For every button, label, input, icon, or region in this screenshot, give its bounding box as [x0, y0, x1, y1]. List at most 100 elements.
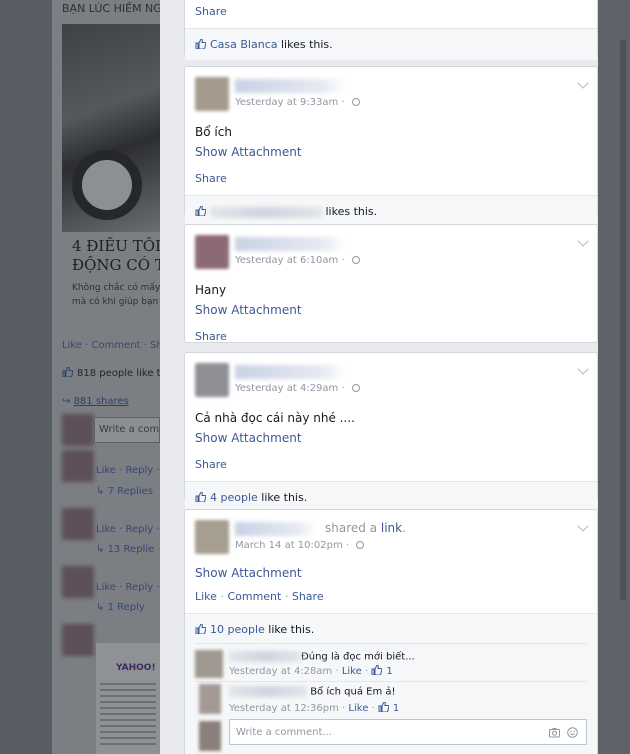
avatar[interactable] [195, 235, 229, 269]
replies-count: 1 Reply [107, 602, 145, 613]
separator: · [216, 590, 228, 603]
thumbnail-text-lines [100, 683, 156, 749]
liker-name[interactable] [210, 206, 322, 218]
post-time[interactable]: Yesterday at 4:29am · [235, 383, 360, 394]
globe-icon [351, 384, 360, 392]
comment-like-button[interactable]: Like [342, 666, 362, 677]
shared-text: shared a [325, 521, 378, 535]
share-link[interactable]: Share [195, 5, 597, 18]
avatar [62, 450, 94, 482]
share-link[interactable]: Share [195, 172, 597, 185]
post-header: Yesterday at 4:29am · [195, 363, 597, 403]
chevron-down-icon[interactable] [577, 77, 589, 89]
likes-bar: Casa Blanca likes this. [185, 28, 597, 60]
author-name[interactable] [235, 522, 315, 536]
share-link[interactable]: Share [195, 330, 597, 343]
comment-actions[interactable]: Like · Reply · [96, 524, 160, 535]
replies-count: 13 Replie [107, 544, 155, 555]
likes-suffix: like this. [264, 623, 315, 636]
comment-like-count[interactable]: 1 [386, 666, 392, 677]
post-time[interactable]: Yesterday at 9:33am · [235, 97, 360, 108]
comment-time[interactable]: Yesterday at 4:28am [229, 666, 332, 677]
comments-section: Đúng là đọc mới biết... Yesterday at 4:2… [185, 643, 597, 754]
article-actions[interactable]: Like · Comment · Sha [62, 340, 160, 351]
replies-link[interactable]: ↳ 13 Replie [96, 544, 154, 555]
left-column [0, 0, 52, 754]
comment-placeholder: Write a comment... [236, 727, 332, 738]
likes-count-link[interactable]: 10 people [210, 623, 265, 636]
article-title: BẠN LÚC HIỂM NG [62, 2, 162, 15]
comment-input[interactable]: Write a comment... [229, 719, 587, 745]
post-actions: Like · Comment · Share [195, 590, 597, 603]
share-post: Yesterday at 6:10am · Hany Show Attachme… [184, 224, 598, 343]
comment-actions[interactable]: Like · Reply · [96, 465, 160, 476]
replies-link[interactable]: ↳ 7 Replies [96, 486, 153, 497]
share-button[interactable]: Share [292, 590, 324, 603]
comment-time[interactable]: Yesterday at 12:36pm [229, 703, 339, 714]
globe-icon [351, 98, 360, 106]
scrollbar[interactable] [620, 40, 626, 600]
avatar[interactable] [195, 363, 229, 397]
post-header: Yesterday at 6:10am · [195, 235, 597, 275]
chevron-down-icon[interactable] [577, 520, 589, 532]
post-time[interactable]: March 14 at 10:02pm · [235, 540, 365, 551]
post-header: shared a link. March 14 at 10:02pm · [195, 520, 597, 560]
avatar[interactable] [195, 520, 229, 554]
share-post: shared a link. March 14 at 10:02pm · Sho… [184, 509, 598, 754]
separator: · [281, 590, 292, 603]
comment: Đúng là đọc mới biết... Yesterday at 4:2… [195, 643, 587, 681]
avatar[interactable] [195, 650, 223, 678]
attachment-thumbnail[interactable]: YAHOO! [96, 643, 160, 754]
post-time[interactable]: Yesterday at 6:10am · [235, 255, 360, 266]
comment-like-button[interactable]: Like [348, 703, 368, 714]
article-description: Không chắc có mấy mà có khi giúp bạn t [72, 281, 160, 309]
post-message: Bổ ích [195, 125, 232, 139]
emoji-icon[interactable] [567, 727, 578, 738]
chevron-down-icon[interactable] [577, 363, 589, 375]
desc-line-2: mà có khi giúp bạn t [72, 297, 160, 307]
comment-button[interactable]: Comment [227, 590, 281, 603]
show-attachment-link[interactable]: Show Attachment [195, 145, 597, 159]
commenter-name[interactable] [229, 686, 307, 697]
post-message: Hany [195, 283, 227, 297]
comment-text: Đúng là đọc mới biết... [301, 651, 415, 663]
liker-name[interactable]: Casa Blanca [210, 38, 278, 51]
show-attachment-link[interactable]: Show Attachment [195, 431, 597, 445]
author-name[interactable] [235, 237, 345, 251]
thumbs-up-icon [195, 206, 206, 216]
globe-icon [356, 541, 365, 549]
replies-link[interactable]: ↳ 1 Reply [96, 602, 145, 613]
post-time-text: Yesterday at 6:10am [235, 255, 339, 266]
comment-text: Bổ ích quá Em ả! [310, 686, 396, 698]
like-button[interactable]: Like [195, 590, 217, 603]
shared-link[interactable]: link [381, 521, 402, 535]
camera-icon[interactable] [549, 727, 560, 738]
comment-body: Bổ ích quá Em ả! [229, 686, 396, 698]
author-name[interactable] [235, 365, 345, 379]
share-arrow-icon: ↪ [62, 396, 74, 407]
show-attachment-link[interactable]: Show Attachment [195, 303, 597, 317]
thumbs-up-icon [62, 367, 73, 377]
chevron-down-icon[interactable] [577, 235, 589, 247]
comment-actions[interactable]: Like · Reply · [96, 582, 160, 593]
likes-count-link[interactable]: 4 people [210, 491, 258, 504]
commenter-name[interactable] [229, 651, 301, 662]
comment-like-count[interactable]: 1 [393, 703, 399, 714]
show-attachment-link[interactable]: Show Attachment [195, 566, 597, 580]
shared-dot: . [402, 521, 406, 535]
article-likes-text: 818 people like thi [77, 368, 160, 379]
avatar[interactable] [199, 684, 221, 714]
avatar[interactable] [195, 77, 229, 111]
comment: Bổ ích quá Em ả! Yesterday at 12:36pm · … [195, 681, 587, 715]
thumbs-up-icon [378, 702, 389, 712]
share-link[interactable]: Share [195, 458, 597, 471]
post-time-text: Yesterday at 9:33am [235, 97, 339, 108]
comment-input[interactable]: Write a comm [94, 417, 160, 443]
post-time-text: Yesterday at 4:29am [235, 383, 339, 394]
avatar [62, 624, 94, 656]
author-name[interactable] [235, 79, 345, 93]
avatar [62, 414, 94, 446]
article-likes[interactable]: 818 people like thi [62, 367, 160, 379]
article-shares[interactable]: ↪ 881 shares [62, 396, 160, 407]
article-headline[interactable]: 4 ĐIỀU TỐI C ĐỘNG CÓ TH [72, 237, 160, 275]
